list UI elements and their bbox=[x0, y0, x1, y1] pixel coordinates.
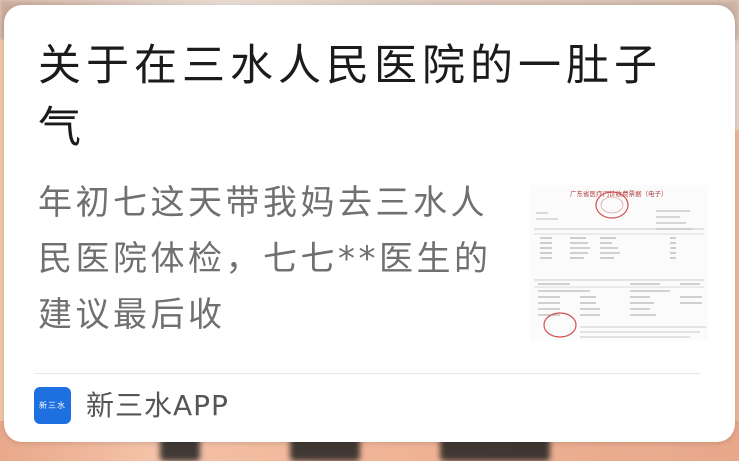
source-logo: 新三水 bbox=[34, 387, 71, 424]
article-thumbnail[interactable]: 广东省医疗门诊收费票据（电子） bbox=[530, 185, 708, 341]
invoice-image: 广东省医疗门诊收费票据（电子） bbox=[530, 185, 708, 341]
news-card[interactable]: 关于在三水人民医院的一肚子气 年初七这天带我妈去三水人民医院体检，七七**医生的… bbox=[4, 5, 735, 442]
source-name[interactable]: 新三水APP bbox=[86, 388, 229, 424]
article-excerpt: 年初七这天带我妈去三水人民医院体检，七七**医生的建议最后收 bbox=[38, 183, 492, 335]
article-title[interactable]: 关于在三水人民医院的一肚子气 bbox=[38, 35, 708, 159]
divider bbox=[34, 373, 700, 374]
